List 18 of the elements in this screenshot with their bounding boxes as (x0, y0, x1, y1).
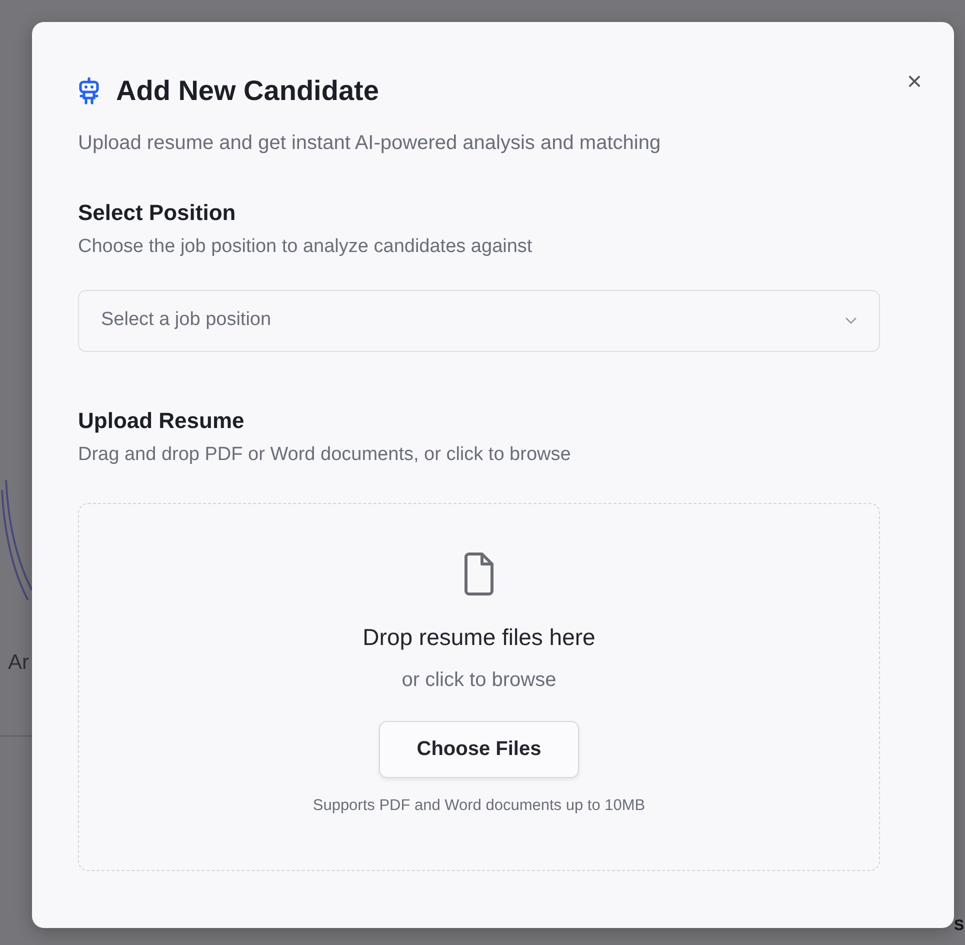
section-description: Choose the job position to analyze candidates against (78, 235, 534, 259)
dialog-subtitle: Upload resume and get instant AI-powered analysis and matching (78, 131, 662, 156)
dialog-title: Add New Candidate (116, 74, 379, 108)
position-select[interactable]: Select a job position (78, 290, 880, 352)
background-text: S (954, 918, 964, 933)
drop-title: Drop resume files here (362, 623, 596, 652)
section-heading: Select Position (78, 199, 237, 227)
drop-zone[interactable]: Drop resume files here or click to browse Choose Files Supports PDF and Word documents up to 10MB (78, 503, 880, 871)
file-icon (464, 552, 494, 596)
choose-files-button[interactable]: Choose Files (379, 720, 579, 778)
section-description: Drag and drop PDF or Word documents, or click to browse (78, 442, 572, 466)
close-button[interactable]: × (906, 68, 922, 94)
section-heading: Upload Resume (78, 406, 246, 435)
background-text: Ar (8, 650, 29, 676)
file-support-note: Supports PDF and Word documents up to 10MB (312, 796, 646, 816)
drop-hint: or click to browse (402, 668, 556, 692)
chevron-down-icon (845, 316, 857, 324)
robot-icon (78, 77, 100, 105)
